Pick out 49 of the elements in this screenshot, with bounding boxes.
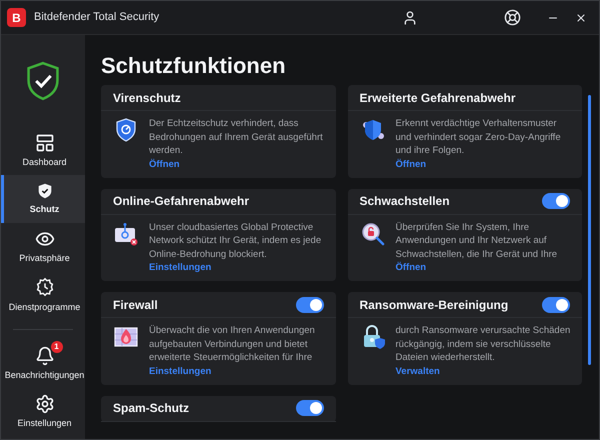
card-link[interactable]: Einstellungen xyxy=(149,261,212,275)
sidebar-item[interactable]: Schutz xyxy=(1,175,85,223)
sidebar-item[interactable]: Einstellungen xyxy=(1,388,85,436)
sidebar-item[interactable]: 1 Benachrichtigungen xyxy=(1,340,85,388)
card-title: Ransomware-Bereinigung xyxy=(360,296,508,314)
shield-check-icon xyxy=(26,61,60,101)
card-description: Der Echtzeitschutz verhindert, dass Bedrohungen auf Ihrem Gerät ausgeführt werden. xyxy=(149,117,324,158)
card-link[interactable]: Verwalten xyxy=(396,364,440,378)
card-title: Virenschutz xyxy=(113,90,181,106)
card-title: Erweiterte Gefahrenabwehr xyxy=(360,90,516,106)
card-description: Überprüfen Sie Ihr System, Ihre Anwendungen und Ihr Netzwerk auf Schwachstellen, die Ihr Gerät und Ihre xyxy=(396,220,558,261)
toggle-switch[interactable] xyxy=(296,296,324,312)
sidebar-label: Dienstprogramme xyxy=(8,300,80,314)
card-link[interactable]: Öffnen xyxy=(396,261,426,275)
magnifier-lock-icon xyxy=(360,220,386,246)
card-link[interactable]: Öffnen xyxy=(396,158,426,172)
card-title: Firewall xyxy=(113,296,158,314)
scrollbar[interactable] xyxy=(588,95,591,365)
dashboard-icon xyxy=(34,132,54,153)
sidebar-label: Schutz xyxy=(30,202,60,216)
account-icon[interactable] xyxy=(402,10,418,26)
sidebar-label: Benachrichtigungen xyxy=(4,368,84,382)
sidebar-item[interactable]: Dashboard xyxy=(1,127,85,175)
card-title: Online-Gefahrenabwehr xyxy=(113,193,250,210)
card-description: Unser cloudbasiertes Global Protective Network schützt Ihr Gerät, indem es jede Online-Bedrohung blockiert. xyxy=(149,220,322,261)
card-link[interactable]: Einstellungen xyxy=(149,364,212,378)
toggle-switch[interactable] xyxy=(542,296,570,312)
card-link[interactable]: Öffnen xyxy=(149,158,180,172)
card-title: Spam-Schutz xyxy=(113,400,190,417)
bell-icon xyxy=(34,346,54,366)
support-icon[interactable] xyxy=(504,9,521,26)
card-description: Überwacht die von Ihren Anwendungen aufgebauten Verbindungen und bietet erweiterte Steuermöglichkeiten für Ihre xyxy=(149,324,316,364)
sidebar-item[interactable]: Dienstprogramme xyxy=(1,271,85,319)
card-description: durch Ransomware verursachte Schäden rückgängig, indem sie verschlüsselte Dateien wiederherstellt. xyxy=(396,324,572,364)
window-title: Bitdefender Total Security xyxy=(34,10,160,26)
sidebar-label: Dashboard xyxy=(22,156,67,169)
card-description: Erkennt verdächtige Verhaltensmuster und verhindert sogar Zero-Day-Angriffe und ihre Folgen. xyxy=(396,117,562,158)
sidebar-item[interactable]: Privatsphäre xyxy=(1,223,85,271)
sidebar-label: Einstellungen xyxy=(17,416,72,430)
card-title: Schwachstellen xyxy=(360,193,450,210)
app-logo: B xyxy=(7,8,26,27)
page-title: Schutzfunktionen xyxy=(101,52,287,80)
notification-badge: 1 xyxy=(50,340,62,353)
close-icon[interactable] xyxy=(575,12,587,24)
toggle-switch[interactable] xyxy=(542,193,570,209)
toggle-switch[interactable] xyxy=(296,400,324,416)
shield-icon xyxy=(36,182,54,200)
sidebar-label: Privatsphäre xyxy=(19,252,70,265)
settings-icon xyxy=(34,394,54,414)
